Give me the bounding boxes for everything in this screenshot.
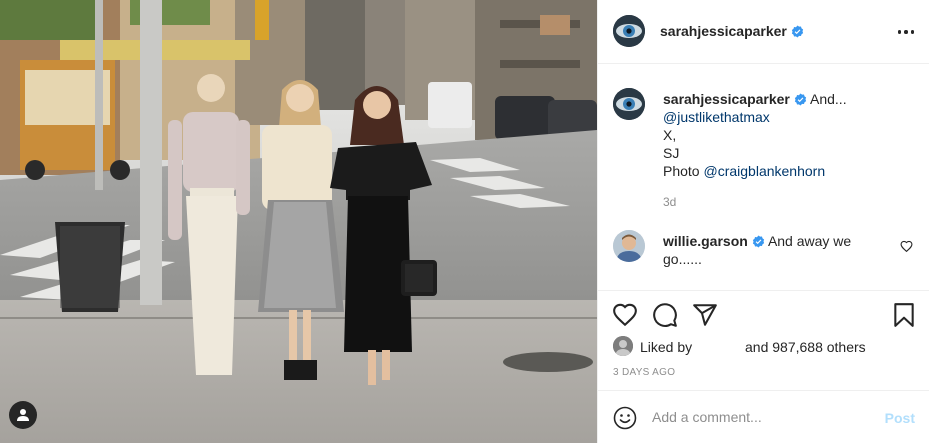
verified-badge-icon	[794, 93, 807, 106]
verified-badge-icon	[752, 235, 764, 248]
caption-text: sarahjessicaparker And... @justlikethatm…	[663, 90, 913, 211]
caption-line: SJ	[663, 145, 680, 161]
post-date[interactable]: 3 DAYS AGO	[613, 367, 675, 378]
user-tag-button[interactable]	[9, 401, 37, 429]
verified-badge-icon	[791, 25, 804, 38]
like-button[interactable]	[611, 301, 639, 329]
caption-line: And...	[810, 91, 847, 107]
author-username-text[interactable]: sarahjessicaparker	[660, 23, 787, 39]
save-button[interactable]	[890, 301, 918, 329]
share-button[interactable]	[691, 301, 719, 329]
street-scene-image	[0, 0, 597, 443]
emoji-icon[interactable]	[613, 406, 637, 430]
more-horizontal-icon	[897, 30, 902, 34]
post-comment-button[interactable]: Post	[885, 410, 915, 426]
comment-like-heart-icon[interactable]	[900, 240, 913, 253]
heart-icon	[613, 303, 637, 327]
mention-link[interactable]: @craigblankenhorn	[703, 163, 825, 179]
liked-by-label: Liked by	[640, 339, 693, 355]
person-avatar-image	[613, 230, 645, 262]
user-tag-icon	[17, 409, 29, 421]
person-avatar-image	[613, 336, 633, 356]
caption-line: X,	[663, 127, 677, 143]
comment-button[interactable]	[651, 301, 679, 329]
eye-avatar-image	[613, 88, 645, 120]
commenter-username[interactable]: willie.garson	[663, 233, 748, 249]
more-options-button[interactable]	[896, 22, 916, 42]
comment-input[interactable]	[652, 405, 872, 429]
likes-count-link[interactable]: and 987,688 others	[745, 339, 866, 355]
comment-icon	[653, 303, 677, 327]
comments-list[interactable]: sarahjessicaparker And... @justlikethatm…	[598, 64, 929, 290]
mention-link[interactable]: @justlikethatmax	[663, 108, 913, 126]
liked-by-username[interactable]	[695, 339, 735, 355]
author-username[interactable]: sarahjessicaparker	[660, 23, 804, 39]
author-avatar[interactable]	[613, 15, 645, 47]
add-comment-form: Post	[598, 390, 929, 443]
more-horizontal-icon	[910, 30, 915, 34]
commenter-avatar[interactable]	[613, 230, 645, 262]
post-photo[interactable]	[0, 0, 597, 443]
action-bar	[598, 290, 929, 340]
share-icon	[693, 304, 717, 326]
more-horizontal-icon	[904, 30, 908, 34]
bookmark-icon	[894, 303, 914, 327]
caption-timestamp[interactable]: 3d	[663, 193, 913, 211]
eye-avatar-image	[613, 15, 645, 47]
liker-avatar[interactable]	[613, 336, 633, 356]
comment-text: willie.garson And away we go......	[663, 232, 863, 268]
post-sidebar: sarahjessicaparker sarahjessicaparker An…	[597, 0, 929, 443]
likes-summary: Liked by and 987,688 others	[613, 336, 923, 357]
caption-line: Photo	[663, 163, 704, 179]
post-header: sarahjessicaparker	[598, 0, 929, 64]
caption-username[interactable]: sarahjessicaparker	[663, 91, 790, 107]
caption-avatar[interactable]	[613, 88, 645, 120]
